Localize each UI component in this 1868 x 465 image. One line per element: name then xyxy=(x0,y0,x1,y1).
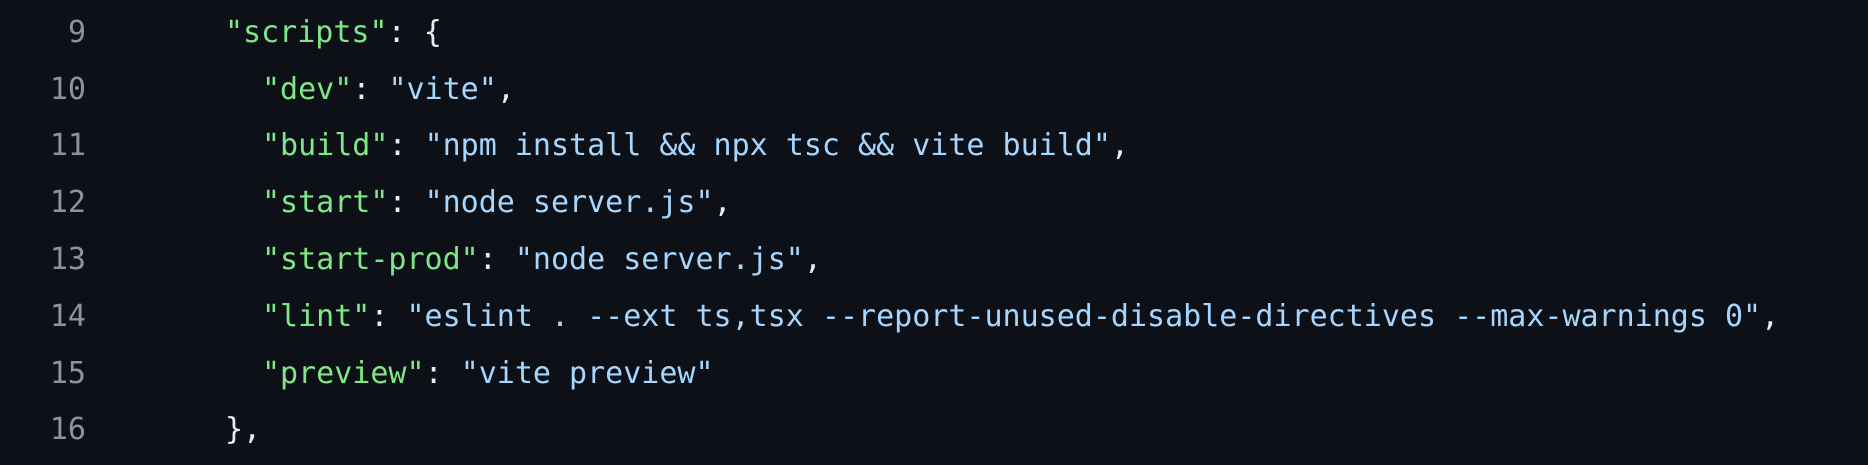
line-number[interactable]: 11 xyxy=(0,128,86,163)
trailing-comma: , xyxy=(803,242,822,278)
code-content: "start": "node server.js", xyxy=(86,185,732,220)
code-content: "lint": "eslint . --ext ts,tsx --report-… xyxy=(86,299,1779,334)
code-content: "start-prod": "node server.js", xyxy=(86,242,822,277)
json-key: "start-prod" xyxy=(262,242,479,278)
code-content: "build": "npm install && npx tsc && vite… xyxy=(86,128,1129,163)
code-line: 11 "build": "npm install && npx tsc && v… xyxy=(0,118,1868,175)
json-string-value: "npm install && npx tsc && vite build" xyxy=(424,128,1111,164)
line-number[interactable]: 13 xyxy=(0,242,86,277)
code-line: 9 "scripts": { xyxy=(0,4,1868,61)
line-number[interactable]: 14 xyxy=(0,299,86,334)
json-string-value: "eslint . --ext ts,tsx --report-unused-d… xyxy=(406,298,1762,334)
json-string-value: "vite" xyxy=(388,71,497,107)
open-brace: { xyxy=(423,14,442,50)
trailing-comma: , xyxy=(496,71,515,107)
line-number[interactable]: 10 xyxy=(0,72,86,107)
key-separator: : xyxy=(424,355,461,391)
json-key: "build" xyxy=(262,128,389,164)
json-key: "start" xyxy=(262,185,389,221)
key-separator: : xyxy=(387,14,424,50)
key-separator: : xyxy=(388,128,425,164)
json-key: "dev" xyxy=(262,71,353,107)
line-number[interactable]: 15 xyxy=(0,356,86,391)
code-content: "scripts": { xyxy=(86,15,442,50)
json-key: "preview" xyxy=(262,355,425,391)
code-line: 10 "dev": "vite", xyxy=(0,61,1868,118)
line-number[interactable]: 9 xyxy=(0,15,86,50)
code-line: 16 }, xyxy=(0,402,1868,459)
code-content: }, xyxy=(86,412,261,447)
json-string-value: "node server.js" xyxy=(424,185,714,221)
trailing-comma: , xyxy=(1110,128,1129,164)
trailing-comma: , xyxy=(713,185,732,221)
code-line: 15 "preview": "vite preview" xyxy=(0,345,1868,402)
trailing-comma: , xyxy=(1761,298,1780,334)
key-separator: : xyxy=(478,242,515,278)
close-brace: }, xyxy=(225,412,262,448)
key-separator: : xyxy=(370,298,407,334)
code-line: 12 "start": "node server.js", xyxy=(0,174,1868,231)
json-string-value: "vite preview" xyxy=(460,355,714,391)
code-line: 14 "lint": "eslint . --ext ts,tsx --repo… xyxy=(0,288,1868,345)
json-key: "lint" xyxy=(262,298,371,334)
line-number[interactable]: 12 xyxy=(0,185,86,220)
code-viewer: 9 "scripts": { 10 "dev": "vite", 11 "bui… xyxy=(0,0,1868,465)
key-separator: : xyxy=(388,185,425,221)
code-content: "dev": "vite", xyxy=(86,72,515,107)
line-number[interactable]: 16 xyxy=(0,412,86,447)
code-content: "preview": "vite preview" xyxy=(86,356,714,391)
code-line: 13 "start-prod": "node server.js", xyxy=(0,231,1868,288)
json-string-value: "node server.js" xyxy=(514,242,804,278)
json-key: "scripts" xyxy=(225,14,388,50)
key-separator: : xyxy=(352,71,389,107)
